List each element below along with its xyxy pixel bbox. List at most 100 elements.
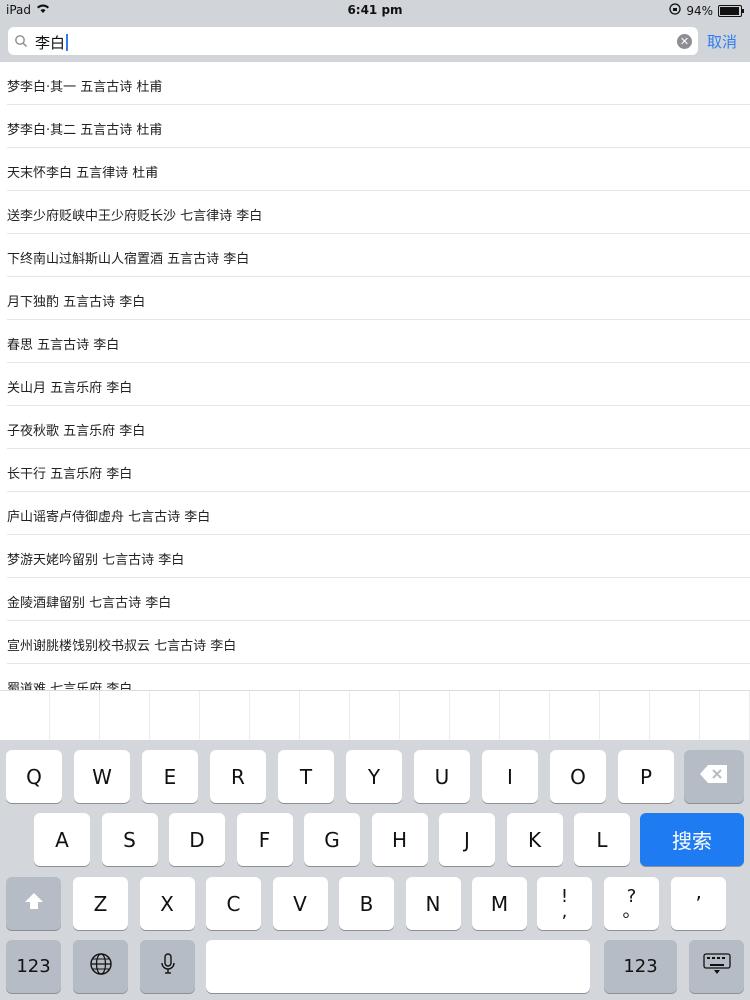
letter-key[interactable]: T (278, 750, 334, 803)
letter-key[interactable]: Y (346, 750, 402, 803)
result-row[interactable]: 金陵酒肆留别 七言古诗 李白 (7, 578, 750, 621)
letter-key[interactable]: B (339, 877, 394, 930)
result-text: 梦李白·其一 五言古诗 杜甫 (7, 80, 163, 95)
letter-key[interactable]: V (272, 877, 328, 930)
status-right: 94% (669, 3, 744, 18)
numbers-key-right[interactable]: 123 (604, 940, 677, 993)
candidate-slot[interactable] (350, 691, 400, 741)
status-time: 6:41 pm (347, 3, 403, 17)
result-text: 庐山谣寄卢侍御虚舟 七言古诗 李白 (7, 510, 211, 525)
letter-key[interactable]: J (439, 813, 495, 866)
keyboard-hide-icon (702, 953, 731, 980)
letter-key[interactable]: D (169, 813, 225, 866)
letter-key[interactable]: W (74, 750, 130, 803)
result-text: 蜀道难 七言乐府 李白 (7, 682, 133, 690)
globe-key[interactable] (73, 940, 128, 993)
result-text: 送李少府贬峡中王少府贬长沙 七言律诗 李白 (7, 209, 263, 224)
space-key[interactable] (206, 940, 590, 993)
result-text: 天末怀李白 五言律诗 杜甫 (7, 166, 159, 181)
cancel-button[interactable]: 取消 (707, 31, 737, 52)
result-row[interactable]: 庐山谣寄卢侍御虚舟 七言古诗 李白 (7, 492, 750, 535)
dictation-key[interactable] (140, 940, 195, 993)
candidate-slot[interactable] (600, 691, 650, 741)
letter-key[interactable]: I (482, 750, 538, 803)
letter-key[interactable]: C (206, 877, 261, 930)
candidate-slot[interactable] (0, 691, 50, 741)
result-text: 金陵酒肆留别 七言古诗 李白 (7, 596, 172, 611)
result-row[interactable]: 天末怀李白 五言律诗 杜甫 (7, 148, 750, 191)
candidate-bar (0, 690, 750, 741)
result-row[interactable]: 梦李白·其二 五言古诗 杜甫 (7, 105, 750, 148)
search-icon (14, 33, 30, 49)
letter-key[interactable]: X (139, 877, 195, 930)
letter-key[interactable]: R (210, 750, 266, 803)
exclamation-comma-key[interactable]: !, (537, 877, 592, 930)
result-text: 宣州谢朓楼饯别校书叔云 七言古诗 李白 (7, 639, 237, 654)
result-row[interactable]: 春思 五言古诗 李白 (7, 320, 750, 363)
key-bottom-char: , (561, 900, 568, 922)
result-row[interactable]: 梦游天姥吟留别 七言古诗 李白 (7, 535, 750, 578)
candidate-slot[interactable] (700, 691, 750, 741)
result-row[interactable]: 下终南山过斛斯山人宿置酒 五言古诗 李白 (7, 234, 750, 277)
candidate-slot[interactable] (150, 691, 200, 741)
search-value: 李白 (35, 34, 66, 52)
result-row[interactable]: 月下独酌 五言古诗 李白 (7, 277, 750, 320)
candidate-slot[interactable] (250, 691, 300, 741)
letter-key[interactable]: A (34, 813, 90, 866)
result-text: 月下独酌 五言古诗 李白 (7, 295, 146, 310)
letter-key[interactable]: U (414, 750, 470, 803)
letter-key[interactable]: H (371, 813, 428, 866)
result-text: 梦游天姥吟留别 七言古诗 李白 (7, 553, 185, 568)
status-bar: iPad 6:41 pm 94% (0, 0, 750, 22)
candidate-slot[interactable] (100, 691, 150, 741)
letter-key[interactable]: K (506, 813, 563, 866)
letter-key[interactable]: Z (73, 877, 128, 930)
letter-key[interactable]: M (472, 877, 527, 930)
letter-key[interactable]: P (618, 750, 674, 803)
search-bar: 李白 ✕ 取消 (0, 22, 750, 62)
letter-key[interactable]: G (304, 813, 360, 866)
search-input[interactable]: 李白 ✕ (8, 27, 698, 55)
globe-icon (89, 952, 113, 981)
candidate-slot[interactable] (50, 691, 100, 741)
question-period-key[interactable]: ?。 (604, 877, 659, 930)
shift-key[interactable] (6, 877, 61, 930)
candidate-slot[interactable] (300, 691, 350, 741)
letter-key[interactable]: S (101, 813, 158, 866)
keyboard: 搜索 !, ?。 ’ 123 123 QWERTYUIOP ASDFGHJKL ZX… (0, 740, 750, 1000)
result-row[interactable]: 梦李白·其一 五言古诗 杜甫 (7, 62, 750, 105)
result-row[interactable]: 子夜秋歌 五言乐府 李白 (7, 406, 750, 449)
search-key[interactable]: 搜索 (640, 813, 744, 866)
shift-icon (23, 891, 45, 916)
result-row[interactable]: 宣州谢朓楼饯别校书叔云 七言古诗 李白 (7, 621, 750, 664)
candidate-slot[interactable] (500, 691, 550, 741)
delete-key[interactable] (684, 750, 744, 803)
letter-key[interactable]: O (550, 750, 606, 803)
candidate-slot[interactable] (450, 691, 500, 741)
candidate-slot[interactable] (650, 691, 700, 741)
hide-keyboard-key[interactable] (689, 940, 744, 993)
result-row[interactable]: 关山月 五言乐府 李白 (7, 363, 750, 406)
result-text: 梦李白·其二 五言古诗 杜甫 (7, 123, 163, 138)
result-text: 关山月 五言乐府 李白 (7, 381, 133, 396)
result-text: 春思 五言古诗 李白 (7, 338, 120, 353)
result-text: 长干行 五言乐府 李白 (7, 467, 133, 482)
result-row[interactable]: 送李少府贬峡中王少府贬长沙 七言律诗 李白 (7, 191, 750, 234)
letter-key[interactable]: N (405, 877, 461, 930)
letter-key[interactable]: E (142, 750, 198, 803)
numbers-key-left[interactable]: 123 (6, 940, 61, 993)
candidate-slot[interactable] (200, 691, 250, 741)
letter-key[interactable]: L (574, 813, 630, 866)
text-caret (66, 34, 69, 51)
rotation-lock-icon (669, 3, 681, 18)
apostrophe-key[interactable]: ’ (671, 877, 726, 930)
letter-key[interactable]: Q (6, 750, 62, 803)
clear-icon[interactable]: ✕ (677, 34, 692, 49)
letter-key[interactable]: F (236, 813, 293, 866)
candidate-slot[interactable] (400, 691, 450, 741)
result-text: 子夜秋歌 五言乐府 李白 (7, 424, 146, 439)
key-bottom-char: 。 (622, 900, 641, 922)
result-row[interactable]: 长干行 五言乐府 李白 (7, 449, 750, 492)
candidate-slot[interactable] (550, 691, 600, 741)
result-row[interactable]: 蜀道难 七言乐府 李白 (7, 664, 750, 690)
